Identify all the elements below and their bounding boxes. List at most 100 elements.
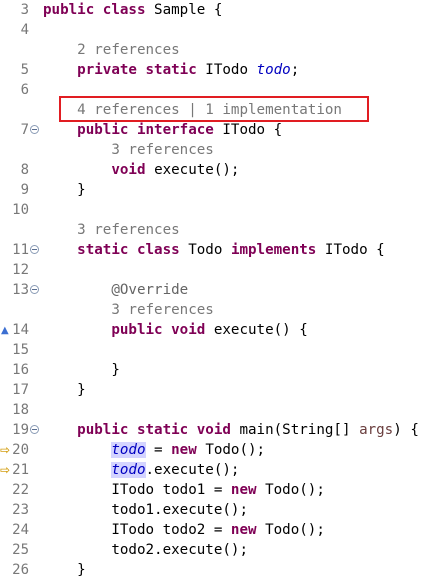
code-line: 9 }: [0, 180, 446, 200]
code-text[interactable]: }: [43, 180, 86, 200]
line-number: 4: [20, 22, 29, 38]
code-line: 25 todo2.execute();: [0, 540, 446, 560]
token-kw: public void: [111, 322, 214, 338]
token-text: Sample {: [154, 2, 223, 18]
code-text[interactable]: public static void main(String[] args) {: [43, 420, 419, 440]
code-line: 16 }: [0, 360, 446, 380]
code-text[interactable]: todo1.execute();: [43, 500, 248, 520]
code-text[interactable]: public class Sample {: [43, 0, 222, 20]
line-number: 19: [12, 422, 29, 438]
token-text: =: [145, 442, 172, 458]
line-number: 26: [12, 562, 29, 578]
code-lens: 3 references: [43, 140, 214, 160]
code-text[interactable]: void execute();: [43, 160, 239, 180]
token-text: Todo();: [205, 442, 266, 458]
line-number: 25: [12, 542, 29, 558]
code-text[interactable]: todo2.execute();: [43, 540, 248, 560]
line-number: 3: [20, 2, 29, 18]
code-lens-row: 3 references: [0, 220, 446, 240]
token-text: }: [43, 382, 86, 398]
token-text: todo2.execute();: [43, 542, 248, 558]
code-line: 4: [0, 20, 446, 40]
code-line: 7 public interface ITodo {: [0, 120, 446, 140]
code-lens: 3 references: [43, 220, 180, 240]
token-fld: todo: [111, 442, 146, 458]
code-text[interactable]: todo.execute();: [43, 460, 239, 480]
code-text[interactable]: ITodo todo1 = new Todo();: [43, 480, 325, 500]
token-kw: new: [230, 522, 266, 538]
code-line: 5 private static ITodo todo;: [0, 60, 446, 80]
token-kw: public static void: [77, 422, 240, 438]
code-lens-link[interactable]: 3 references: [111, 302, 214, 318]
token-text: .execute();: [145, 462, 240, 478]
code-text[interactable]: public interface ITodo {: [43, 120, 282, 140]
line-number: 17: [12, 382, 29, 398]
token-text: execute() {: [213, 322, 308, 338]
line-number: 8: [20, 162, 29, 178]
override-marker-icon[interactable]: ▲: [1, 321, 9, 341]
code-text[interactable]: @Override: [43, 280, 188, 300]
token-text: ITodo {: [324, 242, 385, 258]
code-line: 3 public class Sample {: [0, 0, 446, 20]
code-text[interactable]: ITodo todo2 = new Todo();: [43, 520, 325, 540]
code-lens-link[interactable]: 3 references: [77, 222, 180, 238]
code-text[interactable]: }: [43, 360, 120, 380]
code-line: 12: [0, 260, 446, 280]
code-line: 19 public static void main(String[] args…: [0, 420, 446, 440]
code-text[interactable]: }: [43, 560, 86, 580]
code-text[interactable]: todo = new Todo();: [43, 440, 265, 460]
token-text: ;: [290, 62, 300, 78]
code-editor[interactable]: 3 public class Sample { 4 2 references 5 pr…: [0, 0, 446, 580]
code-line: 22 ITodo todo1 = new Todo();: [0, 480, 446, 500]
token-text: ITodo {: [222, 122, 283, 138]
fold-toggle-icon[interactable]: [30, 285, 39, 294]
token-text: }: [43, 362, 120, 378]
code-line: 14 ▲ public void execute() {: [0, 320, 446, 340]
line-number: 18: [12, 402, 29, 418]
token-text: }: [43, 182, 86, 198]
arrow-marker-icon: ⇨: [0, 463, 11, 477]
line-number: 24: [12, 522, 29, 538]
token-kw: private static: [77, 62, 206, 78]
fold-toggle-icon[interactable]: [30, 125, 39, 134]
code-text[interactable]: private static ITodo todo;: [43, 60, 299, 80]
token-fld: todo: [256, 62, 291, 78]
token-text: Todo: [188, 242, 231, 258]
line-number: 9: [20, 182, 29, 198]
token-text: todo1.execute();: [43, 502, 248, 518]
code-lens-link[interactable]: 3 references: [111, 142, 214, 158]
code-line: 24 ITodo todo2 = new Todo();: [0, 520, 446, 540]
code-text[interactable]: static class Todo implements ITodo {: [43, 240, 385, 260]
code-text[interactable]: public void execute() {: [43, 320, 308, 340]
line-number: 13: [12, 282, 29, 298]
line-number: 7: [20, 122, 29, 138]
token-fld: todo: [111, 462, 146, 478]
code-line: 20 ⇨ todo = new Todo();: [0, 440, 446, 460]
token-text: Todo();: [265, 522, 325, 538]
code-line: 8 void execute();: [0, 160, 446, 180]
line-number: 15: [12, 342, 29, 358]
token-kw: new: [171, 442, 206, 458]
line-number: 16: [12, 362, 29, 378]
fold-toggle-icon[interactable]: [30, 425, 39, 434]
code-line: 21 ⇨ todo.execute();: [0, 460, 446, 480]
token-text: ) {: [393, 422, 419, 438]
code-text[interactable]: }: [43, 380, 86, 400]
token-kw: static class: [77, 242, 189, 258]
fold-toggle-icon[interactable]: [30, 245, 39, 254]
line-number: 5: [20, 62, 29, 78]
code-lens-link[interactable]: 2 references: [77, 42, 180, 58]
annotation-highlight-box: [59, 96, 369, 122]
